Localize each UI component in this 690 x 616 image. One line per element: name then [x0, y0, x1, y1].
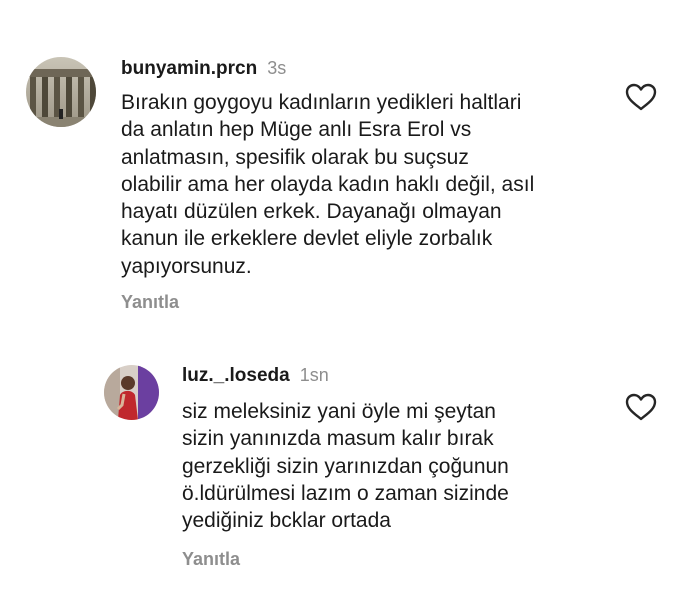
timestamp: 3s — [267, 58, 287, 78]
comment-line: hayatı düzülen erkek. Dayanağı olmayan — [121, 200, 502, 224]
comment-text: Bırakın goygoyu kadınların yedikleri hal… — [121, 89, 534, 280]
comment-text: siz meleksiniz yani öyle mi şeytan sizin… — [182, 398, 509, 534]
comment-line: ö.ldürülmesi lazım o zaman sizinde — [182, 481, 509, 505]
username[interactable]: bunyamin.prcn — [121, 58, 257, 79]
comment-meta: luz._.loseda 1sn — [182, 365, 329, 387]
avatar[interactable] — [26, 57, 96, 127]
comment-line: kanun ile erkeklere devlet eliyle zorbal… — [121, 227, 493, 251]
heart-outline-icon — [625, 393, 657, 421]
comment-line: yapıyorsunuz. — [121, 254, 252, 278]
comment-line: da anlatın hep Müge anlı Esra Erol vs — [121, 118, 472, 142]
comment-line: Bırakın goygoyu kadınların yedikleri hal… — [121, 91, 522, 114]
reply-button[interactable]: Yanıtla — [182, 549, 240, 570]
heart-outline-icon — [625, 83, 657, 111]
comment-line: gerzekliği sizin yarınızdan çoğunun — [182, 454, 509, 478]
comment-item: bunyamin.prcn 3s Bırakın goygoyu kadınlar… — [0, 0, 690, 330]
comment-line: anlatmasın, spesifik olarak bu suçsuz — [121, 145, 469, 169]
comment-line: yediğiniz bcklar ortada — [182, 509, 391, 533]
comment-line: olabilir ama her olayda kadın haklı deği… — [121, 172, 535, 196]
avatar[interactable] — [104, 365, 159, 420]
avatar-image — [104, 365, 159, 420]
username[interactable]: luz._.loseda — [182, 365, 290, 386]
like-button[interactable] — [624, 82, 658, 112]
reply-comment-item: luz._.loseda 1sn siz meleksiniz yani öyle… — [0, 330, 690, 616]
reply-button[interactable]: Yanıtla — [121, 292, 179, 313]
timestamp: 1sn — [299, 365, 329, 385]
comment-line: sizin yanınızda masum kalır bırak — [182, 427, 494, 451]
like-button[interactable] — [624, 392, 658, 422]
avatar-image — [26, 57, 96, 127]
comment-meta: bunyamin.prcn 3s — [121, 58, 286, 80]
comment-line: siz meleksiniz yani öyle mi şeytan — [182, 400, 496, 423]
